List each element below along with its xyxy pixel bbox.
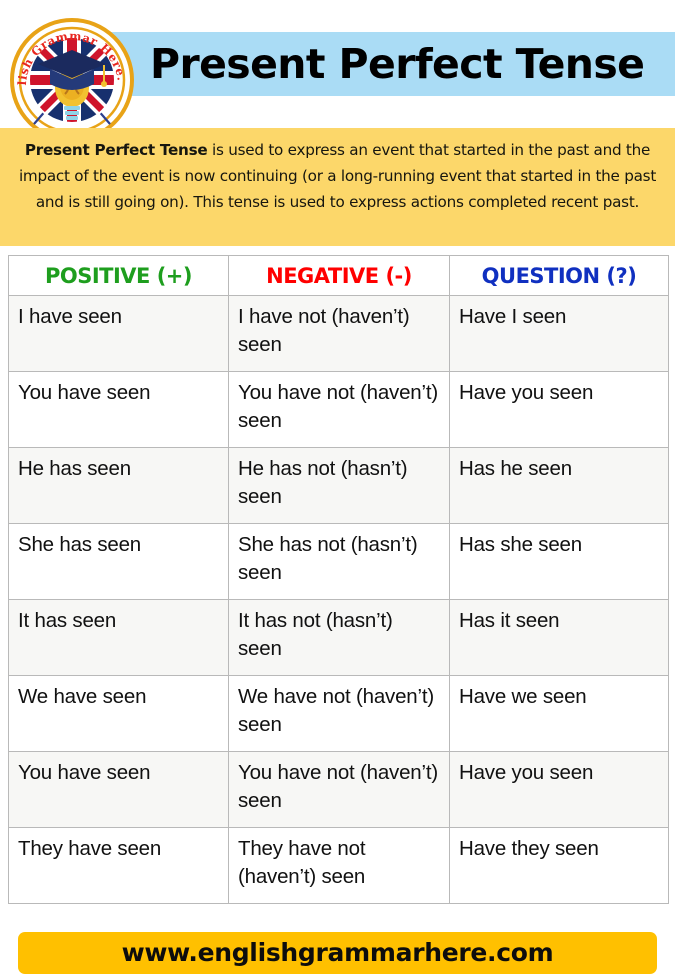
- cell-positive: I have seen: [8, 295, 229, 372]
- table-header-row: POSITIVE (+) NEGATIVE (-) QUESTION (?): [8, 255, 669, 296]
- cell-positive: We have seen: [8, 675, 229, 752]
- website-footer-banner[interactable]: www.englishgrammarhere.com: [18, 932, 657, 974]
- table-row: They have seen They have not (haven’t) se…: [8, 827, 669, 904]
- cell-negative: You have not (haven’t) seen: [228, 751, 450, 828]
- table-body: I have seen I have not (haven’t) seen Have…: [8, 295, 669, 904]
- cell-question: Have we seen: [449, 675, 669, 752]
- cell-question: Have you seen: [449, 371, 669, 448]
- cell-question: Have they seen: [449, 827, 669, 904]
- table-row: You have seen You have not (haven’t) seen…: [8, 751, 669, 828]
- cell-question: Has he seen: [449, 447, 669, 524]
- cell-negative: She has not (hasn’t) seen: [228, 523, 450, 600]
- description-lead: Present Perfect Tense: [24, 141, 208, 159]
- table-row: It has seen It has not (hasn’t) seen Has i…: [8, 599, 669, 676]
- description-text: Present Perfect Tense is used to express…: [14, 137, 661, 215]
- infographic-page: Present Perfect Tense lish Grammar Here.…: [0, 0, 675, 978]
- cell-positive: They have seen: [8, 827, 229, 904]
- cell-positive: You have seen: [8, 751, 229, 828]
- page-title: Present Perfect Tense: [150, 40, 645, 88]
- cell-positive: He has seen: [8, 447, 229, 524]
- cell-negative: It has not (hasn’t) seen: [228, 599, 450, 676]
- cell-question: Have I seen: [449, 295, 669, 372]
- english-grammar-here-logo: English Grammar Here.Com: [8, 16, 136, 144]
- column-header-question: QUESTION (?): [449, 255, 669, 296]
- table-row: You have seen You have not (haven’t) seen…: [8, 371, 669, 448]
- page-header: Present Perfect Tense lish Grammar Here.: [0, 0, 675, 142]
- cell-negative: We have not (haven’t) seen: [228, 675, 450, 752]
- cell-positive: It has seen: [8, 599, 229, 676]
- table-row: She has seen She has not (hasn’t) seen Has…: [8, 523, 669, 600]
- cell-positive: You have seen: [8, 371, 229, 448]
- cell-negative: They have not (haven’t) seen: [228, 827, 450, 904]
- cell-negative: He has not (hasn’t) seen: [228, 447, 450, 524]
- column-header-negative: NEGATIVE (-): [228, 255, 450, 296]
- cell-question: Have you seen: [449, 751, 669, 828]
- table-row: We have seen We have not (haven’t) seen Ha…: [8, 675, 669, 752]
- column-header-positive: POSITIVE (+): [8, 255, 229, 296]
- table-row: He has seen He has not (hasn’t) seen Has h…: [8, 447, 669, 524]
- conjugation-table: POSITIVE (+) NEGATIVE (-) QUESTION (?) I…: [8, 255, 669, 904]
- cell-negative: You have not (haven’t) seen: [228, 371, 450, 448]
- cell-question: Has she seen: [449, 523, 669, 600]
- conjugation-table-container: POSITIVE (+) NEGATIVE (-) QUESTION (?) I…: [8, 255, 669, 904]
- cell-question: Has it seen: [449, 599, 669, 676]
- description-panel: Present Perfect Tense is used to express…: [0, 128, 675, 246]
- website-url: www.englishgrammarhere.com: [121, 938, 554, 967]
- cell-negative: I have not (haven’t) seen: [228, 295, 450, 372]
- table-row: I have seen I have not (haven’t) seen Have…: [8, 295, 669, 372]
- cell-positive: She has seen: [8, 523, 229, 600]
